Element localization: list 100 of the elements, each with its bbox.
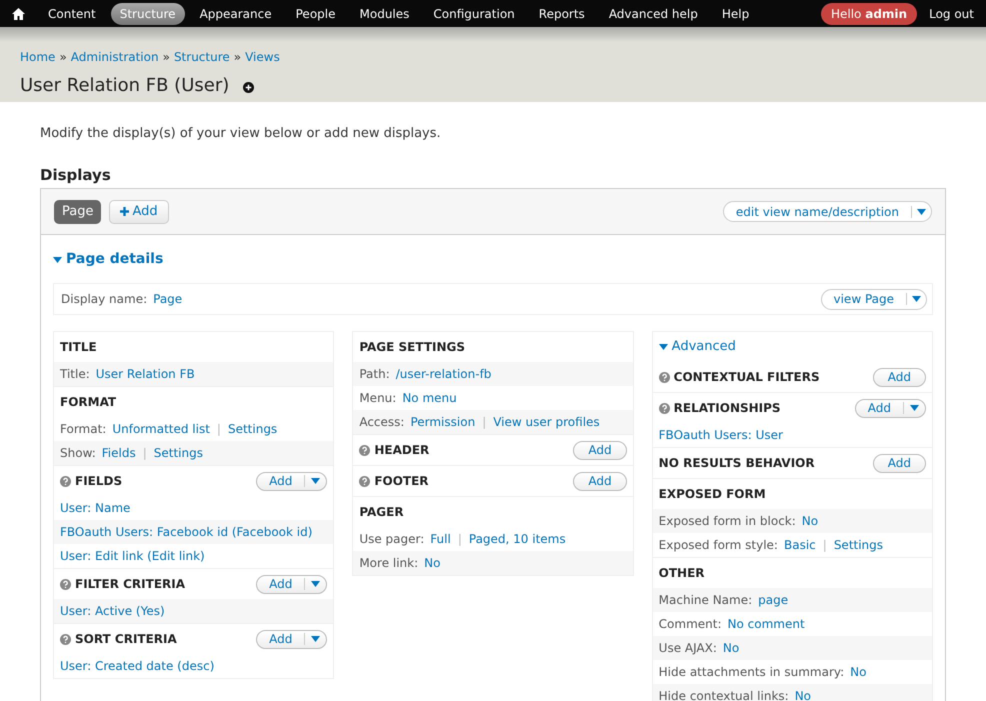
- toolbar-link[interactable]: Advanced help: [600, 2, 707, 24]
- setting-link[interactable]: User: Name: [60, 499, 130, 517]
- section-title: HEADER: [374, 442, 430, 459]
- section-title: FIELDS: [75, 473, 122, 490]
- logout-link[interactable]: Log out: [929, 4, 974, 22]
- toolbar-link[interactable]: Appearance: [190, 2, 281, 24]
- help-icon: [359, 476, 370, 486]
- setting-link[interactable]: FBOauth Users: User: [658, 426, 783, 444]
- setting-link[interactable]: No: [802, 512, 818, 530]
- add-button[interactable]: Add: [872, 454, 926, 472]
- add-dropdown-button[interactable]: Add: [854, 398, 926, 418]
- setting-label: Title:: [60, 366, 90, 383]
- breadcrumb-link[interactable]: Administration: [70, 48, 159, 66]
- setting-link[interactable]: /user-relation-fb: [396, 365, 492, 383]
- help-icon: [60, 476, 71, 486]
- toolbar-link[interactable]: Content: [39, 2, 105, 24]
- setting-label: Format:: [60, 421, 106, 438]
- setting-link[interactable]: No menu: [402, 389, 457, 407]
- caret-icon: [912, 296, 921, 302]
- add-dropdown-button[interactable]: Add: [256, 472, 328, 490]
- setting-label: Use AJAX:: [658, 640, 717, 657]
- user-greeting[interactable]: Hello admin: [820, 2, 918, 24]
- add-dropdown-button[interactable]: Add: [256, 630, 328, 648]
- advanced-toggle[interactable]: Advanced: [652, 332, 742, 362]
- plus-icon: [120, 207, 130, 216]
- setting-link[interactable]: User: Edit link (Edit link): [60, 547, 205, 565]
- setting-link[interactable]: Settings: [154, 444, 203, 462]
- section-title: CONTEXTUAL FILTERS: [674, 369, 820, 386]
- setting-link[interactable]: FBOauth Users: Facebook id (Facebook id): [60, 523, 312, 541]
- toolbar-link[interactable]: Structure: [110, 2, 185, 24]
- add-button[interactable]: Add: [573, 440, 627, 460]
- link-separator: |: [482, 414, 486, 431]
- setting-link[interactable]: User: Created date (desc): [60, 657, 214, 675]
- view-page-button[interactable]: view Page: [820, 288, 927, 310]
- help-icon: [658, 402, 670, 414]
- setting-label: Comment:: [658, 616, 722, 633]
- setting-link[interactable]: User: Active (Yes): [60, 602, 165, 620]
- setting-label: Exposed form style:: [658, 537, 778, 554]
- setting-label: Machine Name:: [658, 592, 752, 609]
- setting-link[interactable]: No: [722, 639, 740, 657]
- setting-label: Access:: [359, 414, 404, 431]
- setting-link[interactable]: Full: [430, 530, 451, 548]
- edit-view-button[interactable]: edit view name/description: [722, 201, 932, 222]
- help-icon: [60, 634, 71, 644]
- display-name-link[interactable]: Page: [153, 290, 182, 308]
- setting-link[interactable]: Settings: [228, 420, 278, 438]
- setting-link[interactable]: View user profiles: [493, 413, 600, 431]
- setting-link[interactable]: Paged, 10 items: [468, 530, 566, 548]
- add-display-button[interactable]: Add: [109, 200, 169, 224]
- breadcrumb-link[interactable]: Home: [20, 48, 56, 66]
- breadcrumb-link[interactable]: Structure: [174, 48, 230, 66]
- setting-label: Hide attachments in summary:: [658, 664, 844, 681]
- setting-link[interactable]: No: [424, 554, 440, 572]
- breadcrumb-separator: »: [162, 49, 170, 66]
- add-button[interactable]: Add: [573, 472, 627, 490]
- setting-label: Exposed form in block:: [658, 513, 796, 530]
- toolbar-link[interactable]: People: [286, 2, 344, 24]
- caret-icon: [311, 478, 320, 484]
- help-icon: [658, 372, 670, 382]
- toolbar-link[interactable]: Modules: [350, 2, 418, 24]
- caret-icon: [311, 581, 320, 587]
- setting-label: Menu:: [359, 390, 396, 407]
- section-title: RELATIONSHIPS: [674, 400, 781, 417]
- setting-link[interactable]: No comment: [728, 615, 805, 633]
- breadcrumb-link[interactable]: Views: [245, 48, 280, 66]
- add-dropdown-button[interactable]: Add: [256, 574, 328, 594]
- caret-icon: [311, 636, 320, 642]
- display-tab[interactable]: Page: [54, 200, 102, 224]
- toolbar-link[interactable]: Help: [712, 2, 758, 24]
- section-title: FORMAT: [60, 394, 116, 411]
- setting-link[interactable]: Permission: [410, 413, 476, 431]
- setting-link[interactable]: Fields: [102, 444, 136, 462]
- plus-icon[interactable]: [243, 82, 254, 92]
- setting-label: More link:: [359, 555, 418, 572]
- breadcrumb-separator: »: [234, 49, 242, 66]
- add-button[interactable]: Add: [872, 368, 926, 386]
- toolbar-link[interactable]: Reports: [530, 2, 594, 24]
- link-separator: |: [216, 421, 221, 438]
- page-title: User Relation FB (User): [20, 74, 230, 98]
- toolbar-link[interactable]: Configuration: [424, 2, 524, 24]
- section-title: NO RESULTS BEHAVIOR: [658, 455, 815, 472]
- section-title: FOOTER: [374, 473, 429, 490]
- section-title: OTHER: [658, 565, 705, 582]
- setting-link[interactable]: User Relation FB: [96, 365, 195, 383]
- setting-link[interactable]: No: [794, 687, 812, 701]
- home-icon[interactable]: [12, 8, 25, 20]
- displays-heading: Displays: [40, 164, 112, 186]
- toggle-caret-icon: [53, 256, 62, 262]
- link-separator: |: [142, 445, 147, 462]
- caret-icon: [910, 405, 919, 411]
- intro-text: Modify the display(s) of your view below or add new displays.: [40, 125, 442, 143]
- setting-label: Show:: [60, 445, 96, 462]
- setting-link[interactable]: Unformatted list: [112, 420, 210, 438]
- caret-icon: [917, 208, 926, 214]
- setting-link[interactable]: Settings: [834, 536, 884, 554]
- setting-link[interactable]: No: [850, 663, 866, 681]
- setting-link[interactable]: Basic: [784, 536, 816, 554]
- page-details-toggle[interactable]: Page details: [53, 249, 164, 270]
- setting-link[interactable]: page: [758, 591, 788, 609]
- link-separator: |: [822, 537, 827, 554]
